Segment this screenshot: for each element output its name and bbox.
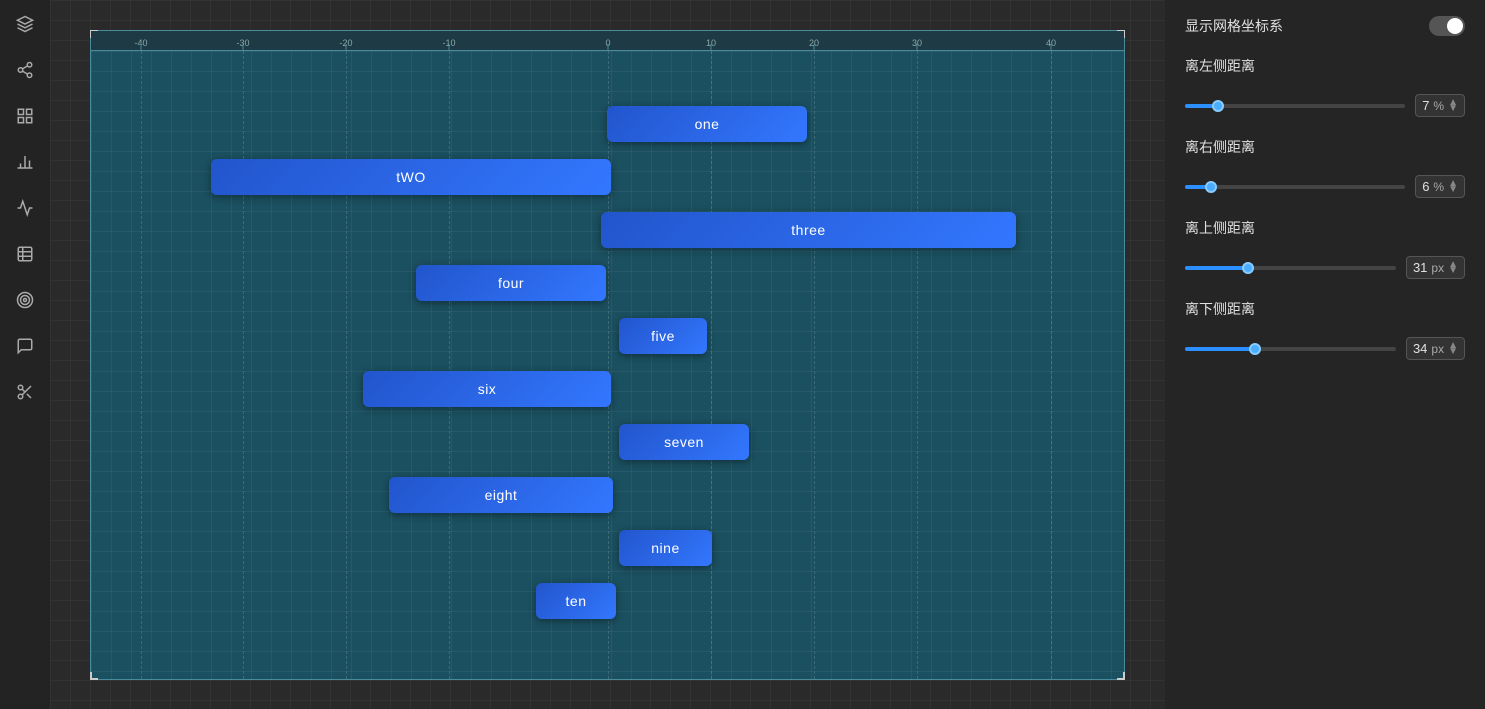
ruler-line — [141, 44, 142, 50]
layers-icon[interactable] — [11, 10, 39, 38]
bottom-slider-fill — [1185, 347, 1255, 351]
left-slider-control: 7 % ▲▼ — [1185, 94, 1465, 117]
right-distance-section: 离右侧距离 6 % ▲▼ — [1185, 137, 1465, 198]
left-slider-track[interactable] — [1185, 104, 1405, 108]
left-toolbar — [0, 0, 50, 709]
right-slider-control: 6 % ▲▼ — [1185, 175, 1465, 198]
top-slider-control: 31 px ▲▼ — [1185, 256, 1465, 279]
right-slider-thumb — [1205, 181, 1217, 193]
bar-eight[interactable]: eight — [389, 477, 613, 513]
target-icon[interactable] — [11, 286, 39, 314]
ruler-line — [608, 44, 609, 50]
bar-nine[interactable]: nine — [619, 530, 712, 566]
bar-one[interactable]: one — [607, 106, 807, 142]
ruler-line — [814, 44, 815, 50]
top-slider-fill — [1185, 266, 1248, 270]
message-icon[interactable] — [11, 332, 39, 360]
bar-six[interactable]: six — [363, 371, 611, 407]
v-grid-line — [141, 51, 142, 679]
right-value-box[interactable]: 6 % ▲▼ — [1415, 175, 1465, 198]
canvas-container: -40 -30 -20 -10 0 10 20 30 40 — [50, 0, 1165, 709]
grid-icon[interactable] — [11, 102, 39, 130]
table-icon[interactable] — [11, 240, 39, 268]
grid-toggle[interactable] — [1429, 16, 1465, 36]
bottom-slider-thumb — [1249, 343, 1261, 355]
ruler-line — [1051, 44, 1052, 50]
top-slider-thumb — [1242, 262, 1254, 274]
right-slider-track[interactable] — [1185, 185, 1405, 189]
bottom-distance-section: 离下侧距离 34 px ▲▼ — [1185, 299, 1465, 360]
chart-line-icon[interactable] — [11, 194, 39, 222]
bottom-value-box[interactable]: 34 px ▲▼ — [1406, 337, 1465, 360]
v-grid-line — [346, 51, 347, 679]
corner-bl — [90, 672, 98, 680]
left-distance-section: 离左侧距离 7 % ▲▼ — [1185, 56, 1465, 117]
left-slider-thumb — [1212, 100, 1224, 112]
corner-br — [1117, 672, 1125, 680]
top-distance-section: 离上侧距离 31 px ▲▼ — [1185, 218, 1465, 279]
top-value-box[interactable]: 31 px ▲▼ — [1406, 256, 1465, 279]
bottom-distance-label: 离下侧距离 — [1185, 299, 1465, 319]
ruler: -40 -30 -20 -10 0 10 20 30 40 — [91, 31, 1124, 51]
ruler-line — [711, 44, 712, 50]
top-slider-track[interactable] — [1185, 266, 1396, 270]
ruler-line — [917, 44, 918, 50]
ruler-line — [346, 44, 347, 50]
share-icon[interactable] — [11, 56, 39, 84]
v-grid-line — [711, 51, 712, 679]
bar-seven[interactable]: seven — [619, 424, 749, 460]
bar-four[interactable]: four — [416, 265, 606, 301]
chart-bar-icon[interactable] — [11, 148, 39, 176]
ruler-line — [449, 44, 450, 50]
left-distance-label: 离左侧距离 — [1185, 56, 1465, 76]
bottom-slider-track[interactable] — [1185, 347, 1396, 351]
bar-ten[interactable]: ten — [536, 583, 616, 619]
v-grid-line — [243, 51, 244, 679]
toggle-dot — [1447, 18, 1463, 34]
bar-five[interactable]: five — [619, 318, 707, 354]
v-grid-line — [1051, 51, 1052, 679]
v-grid-line — [917, 51, 918, 679]
right-distance-label: 离右侧距离 — [1185, 137, 1465, 157]
bottom-slider-control: 34 px ▲▼ — [1185, 337, 1465, 360]
v-grid-line — [449, 51, 450, 679]
ruler-line — [243, 44, 244, 50]
left-value-box[interactable]: 7 % ▲▼ — [1415, 94, 1465, 117]
right-panel: 显示网格坐标系 离左侧距离 7 % ▲▼ 离右侧距离 — [1165, 0, 1485, 709]
canvas-frame: -40 -30 -20 -10 0 10 20 30 40 — [90, 30, 1125, 680]
grid-label: 显示网格坐标系 — [1185, 16, 1283, 36]
top-distance-label: 离上侧距离 — [1185, 218, 1465, 238]
bar-three[interactable]: three — [601, 212, 1016, 248]
grid-toggle-row: 显示网格坐标系 — [1185, 16, 1465, 36]
scissors-icon[interactable] — [11, 378, 39, 406]
v-grid-line — [814, 51, 815, 679]
bar-two[interactable]: tWO — [211, 159, 611, 195]
